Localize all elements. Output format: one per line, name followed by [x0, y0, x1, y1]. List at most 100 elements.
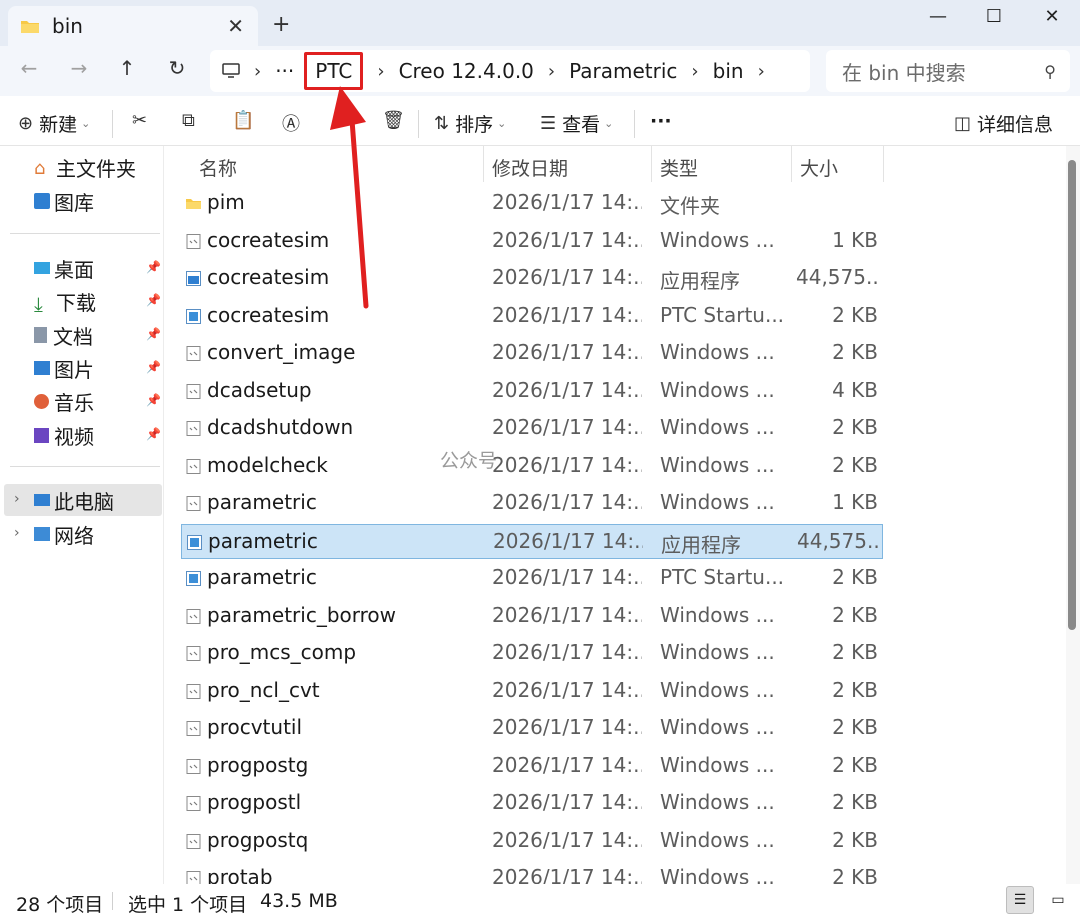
file-name: pro_mcs_comp: [207, 640, 357, 664]
file-date: 2026/1/17 14:...: [492, 340, 642, 364]
up-button[interactable]: ↑: [112, 56, 142, 80]
column-header-size[interactable]: 大小: [800, 150, 838, 184]
rename-button[interactable]: Ⓐ: [282, 110, 306, 136]
toolbar-divider: [634, 110, 635, 138]
sidebar-item-network[interactable]: 网络: [34, 519, 94, 549]
sidebar-item-label: 音乐: [54, 390, 94, 415]
file-size: 1 KB: [832, 227, 878, 252]
file-row[interactable]: protab 2026/1/17 14:... Windows ... 2 KB: [181, 861, 883, 884]
breadcrumb-ptc[interactable]: PTC: [304, 52, 364, 90]
more-options-button[interactable]: ···: [650, 110, 672, 132]
file-row[interactable]: parametric_borrow 2026/1/17 14:... Windows…: [181, 599, 883, 634]
details-view-icon: ☰: [1013, 892, 1027, 908]
tab-close-icon[interactable]: ✕: [227, 14, 244, 38]
file-row[interactable]: convert_image 2026/1/17 14:... Windows ...…: [181, 336, 883, 371]
tiles-view-button[interactable]: ▭: [1044, 886, 1072, 914]
file-row[interactable]: dcadsetup 2026/1/17 14:... Windows ... 4 KB: [181, 374, 883, 409]
sidebar-item-downloads[interactable]: ⤓ 下载: [34, 286, 96, 317]
file-row[interactable]: progpostl 2026/1/17 14:... Windows ... 2 KB: [181, 786, 883, 821]
scrollbar-thumb[interactable]: [1068, 160, 1076, 630]
column-divider[interactable]: [791, 146, 792, 182]
sidebar-item-this-pc[interactable]: 此电脑: [34, 485, 114, 515]
file-row[interactable]: modelcheck 2026/1/17 14:... Windows ... 2 K…: [181, 449, 883, 484]
sidebar-item-pictures[interactable]: 图片: [34, 353, 94, 383]
column-header-type[interactable]: 类型: [660, 150, 698, 184]
column-header-date[interactable]: 修改日期: [492, 150, 568, 184]
tab-title: bin: [52, 14, 83, 38]
column-divider[interactable]: [651, 146, 652, 182]
details-view-button[interactable]: ☰: [1006, 886, 1034, 914]
script-file-icon: [186, 383, 201, 399]
file-row[interactable]: cocreatesim 2026/1/17 14:... Windows ... 1 …: [181, 224, 883, 259]
minimize-button[interactable]: —: [918, 6, 958, 27]
refresh-button[interactable]: ↻: [162, 56, 192, 80]
script-file-icon: [186, 758, 201, 774]
download-icon: ⤓: [34, 292, 43, 316]
chevron-right-icon[interactable]: ›: [14, 525, 20, 541]
tab-bin[interactable]: bin ✕: [8, 6, 258, 46]
delete-button[interactable]: 🗑: [382, 110, 411, 131]
breadcrumb-creo[interactable]: Creo 12.4.0.0: [399, 59, 534, 83]
file-row[interactable]: cocreatesim 2026/1/17 14:... PTC Startu...…: [181, 299, 883, 334]
trash-icon: 🗑: [382, 110, 405, 131]
video-icon: [34, 427, 49, 443]
chevron-right-icon[interactable]: ›: [14, 491, 20, 507]
file-row[interactable]: pro_ncl_cvt 2026/1/17 14:... Windows ... 2 …: [181, 674, 883, 709]
sidebar-item-videos[interactable]: 视频: [34, 420, 94, 450]
folder-icon: [21, 21, 39, 33]
file-row[interactable]: parametric 2026/1/17 14:... 应用程序 44,575...: [181, 523, 883, 559]
file-size: 2 KB: [832, 452, 878, 477]
share-button[interactable]: ⇪: [332, 110, 353, 131]
file-row[interactable]: procvtutil 2026/1/17 14:... Windows ... 2 K…: [181, 711, 883, 746]
view-button[interactable]: ☰ 查看 ⌄: [540, 110, 613, 137]
file-row[interactable]: cocreatesim 2026/1/17 14:... 应用程序 44,575...: [181, 261, 883, 296]
close-window-button[interactable]: ✕: [1032, 6, 1072, 27]
sort-button[interactable]: ⇅ 排序 ⌄: [434, 110, 506, 137]
sidebar-item-home[interactable]: ⌂ 主文件夹: [34, 152, 136, 182]
sidebar-item-music[interactable]: 音乐: [34, 386, 94, 416]
new-button[interactable]: ⊕ 新建 ⌄: [18, 110, 90, 137]
sidebar-item-documents[interactable]: 文档: [34, 320, 93, 350]
file-row[interactable]: dcadshutdown 2026/1/17 14:... Windows ... 2…: [181, 411, 883, 446]
cut-button[interactable]: ✂: [132, 110, 153, 131]
details-pane-button[interactable]: ◫ 详细信息: [954, 110, 1053, 137]
file-date: 2026/1/17 14:...: [492, 265, 642, 289]
sidebar-item-gallery[interactable]: 图库: [34, 186, 94, 216]
file-size: 4 KB: [832, 377, 878, 402]
watermark: 公众号: [440, 450, 498, 472]
file-row[interactable]: pim 2026/1/17 14:... 文件夹: [181, 186, 883, 221]
file-name: convert_image: [207, 340, 356, 364]
column-header-name[interactable]: 名称: [199, 150, 237, 184]
file-row[interactable]: pro_mcs_comp 2026/1/17 14:... Windows ... 2…: [181, 636, 883, 671]
column-divider[interactable]: [883, 146, 884, 182]
breadcrumb-parametric[interactable]: Parametric: [569, 59, 677, 83]
file-type: Windows ...: [660, 340, 775, 364]
script-file-icon: [186, 458, 201, 474]
sidebar-item-label: 主文件夹: [56, 156, 136, 181]
pin-icon: 📌: [146, 393, 161, 407]
file-size: 2 KB: [832, 677, 878, 702]
back-button[interactable]: ←: [14, 56, 44, 80]
file-type: Windows ...: [660, 715, 775, 739]
file-row[interactable]: progpostg 2026/1/17 14:... Windows ... 2 KB: [181, 749, 883, 784]
forward-button[interactable]: →: [64, 56, 94, 80]
maximize-button[interactable]: ☐: [974, 6, 1014, 27]
search-input[interactable]: 在 bin 中搜索 ⚲: [826, 50, 1070, 92]
new-tab-button[interactable]: +: [272, 12, 290, 37]
breadcrumb-separator[interactable]: ›: [758, 61, 765, 82]
sidebar-item-desktop[interactable]: 桌面: [34, 253, 94, 283]
address-bar[interactable]: › ··· PTC › Creo 12.4.0.0 › Parametric ›…: [210, 50, 810, 92]
column-divider[interactable]: [483, 146, 484, 182]
sidebar-item-label: 文档: [53, 324, 93, 349]
paste-button[interactable]: 📋: [232, 110, 260, 131]
file-row[interactable]: parametric 2026/1/17 14:... Windows ... 1 K…: [181, 486, 883, 521]
file-date: 2026/1/17 14:...: [492, 452, 642, 477]
pictures-icon: [34, 361, 50, 375]
breadcrumb-bin[interactable]: bin: [713, 59, 744, 83]
file-row[interactable]: parametric 2026/1/17 14:... PTC Startu... 2…: [181, 561, 883, 596]
clipboard-icon: 📋: [232, 110, 255, 131]
sort-ascending-icon: ^: [333, 146, 342, 153]
breadcrumb-more-button[interactable]: ···: [275, 59, 294, 83]
copy-button[interactable]: ⧉: [182, 110, 201, 131]
file-row[interactable]: progpostq 2026/1/17 14:... Windows ... 2 KB: [181, 824, 883, 859]
